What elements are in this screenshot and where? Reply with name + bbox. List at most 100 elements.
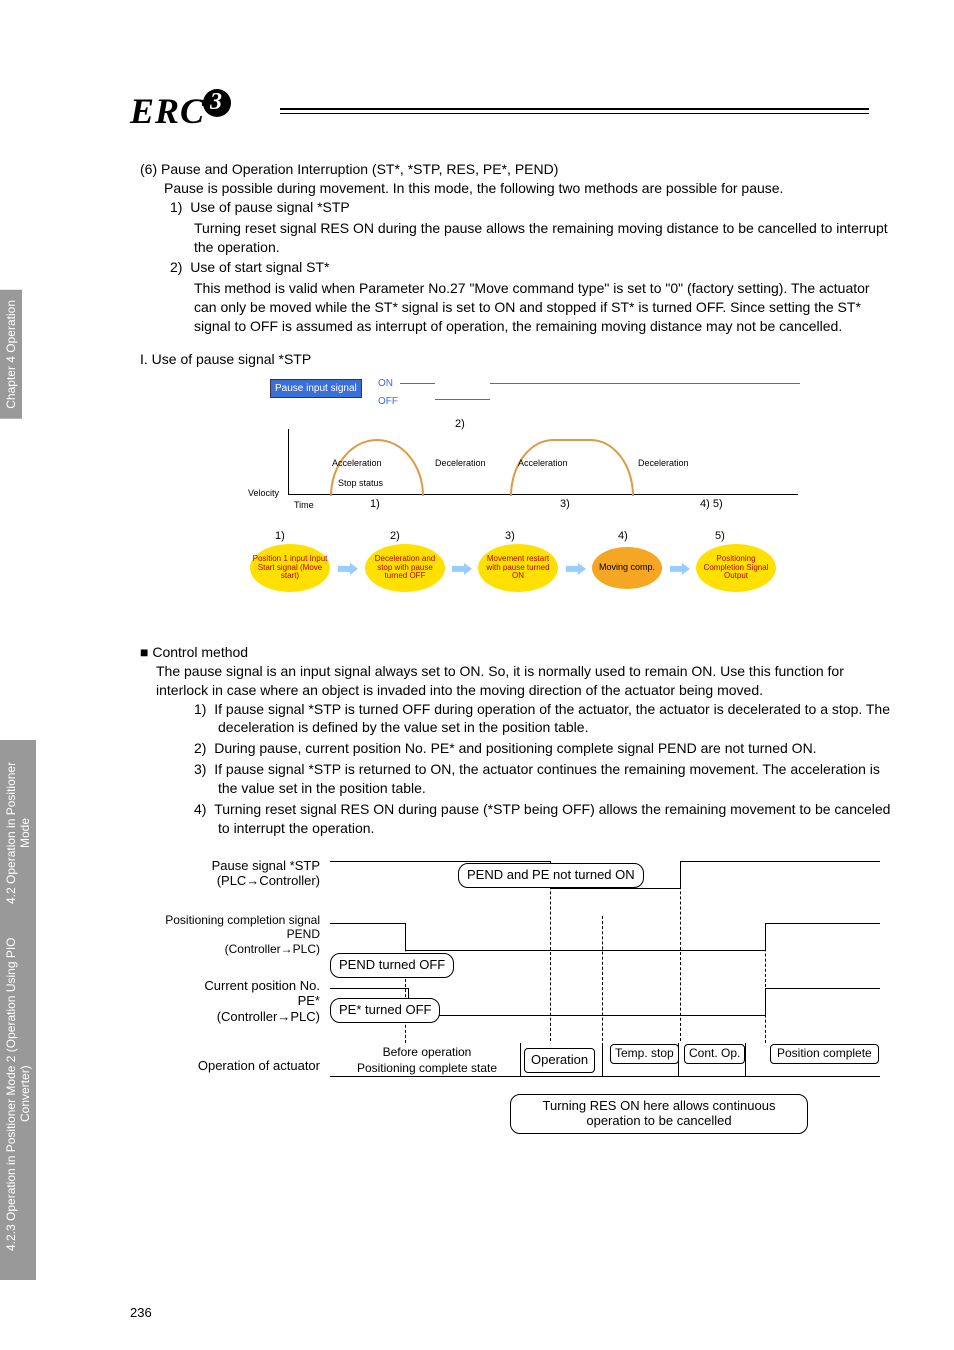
op-cont-text: Cont. Op. <box>689 1046 740 1060</box>
box-pend-off: PEND turned OFF <box>330 953 454 978</box>
op-pos-complete: Position complete <box>770 1044 879 1064</box>
dash-3 <box>680 861 681 1041</box>
op-cont-op: Cont. Op. <box>684 1044 745 1064</box>
side-tab-chapter: Chapter 4 Operation <box>0 290 22 419</box>
item-2: 2) Use of start signal ST* <box>194 258 894 277</box>
dash-2 <box>550 861 551 1041</box>
side-tab-section-line1: 4.2 Operation in Positioner Mode <box>4 750 32 916</box>
accel-label-1: Acceleration <box>332 457 382 469</box>
decel-label-2: Deceleration <box>638 457 689 469</box>
arrow-icon-2 <box>452 563 472 575</box>
stp-line-low <box>550 888 680 889</box>
flow-oval-2: Deceleration and stop with pause turned … <box>365 544 445 592</box>
row1-b: (PLC→Controller) <box>217 873 320 888</box>
velocity-label: Velocity <box>248 487 279 499</box>
side-tab-chapter-text: Chapter 4 Operation <box>4 300 18 409</box>
box-pe-off-text: PE* turned OFF <box>339 1002 431 1017</box>
op-before-a: Before operation <box>383 1045 472 1059</box>
header-rule <box>280 108 869 114</box>
op-temp-text: Temp. stop <box>615 1046 674 1060</box>
op-temp-stop: Temp. stop <box>610 1044 679 1064</box>
item-2-num: 2) <box>170 259 182 275</box>
c3-text: If pause signal *STP is returned to ON, … <box>214 761 880 796</box>
timing-chart: Pause signal *STP (PLC→Controller) Posit… <box>120 858 900 1138</box>
logo-text: ERC <box>130 91 205 131</box>
op-pos-text: Position complete <box>777 1046 872 1060</box>
box-pend-off-text: PEND turned OFF <box>339 957 445 972</box>
pe-high-1 <box>330 988 408 989</box>
pause-velocity-diagram: Pause input signal ON OFF Velocity Time … <box>260 379 820 629</box>
dash-1 <box>405 923 406 1043</box>
row2-a: Positioning completion signal <box>165 913 320 927</box>
box-pend-pe-not-on: PEND and PE not turned ON <box>458 863 644 888</box>
item-2-body: This method is valid when Parameter No.2… <box>194 279 894 336</box>
pend-high-2 <box>765 923 880 924</box>
flow-num-2: 2) <box>390 529 400 544</box>
control-method-section: ■ Control method The pause signal is an … <box>140 643 894 838</box>
flow-num-3: 3) <box>505 529 515 544</box>
row3-b: PE* <box>298 993 320 1008</box>
c1-num: 1) <box>194 701 206 717</box>
c2-text: During pause, current position No. PE* a… <box>214 740 816 756</box>
page-number: 236 <box>130 1305 152 1320</box>
item-1-head: Use of pause signal *STP <box>190 199 350 215</box>
arrow-icon-3 <box>566 563 586 575</box>
row3-label: Current position No. PE* (Controller→PLC… <box>120 978 320 1025</box>
row3-a: Current position No. <box>204 978 320 993</box>
row3-c: (Controller→PLC) <box>217 1009 320 1024</box>
c1-text: If pause signal *STP is turned OFF durin… <box>214 701 890 736</box>
item-1-num: 1) <box>170 199 182 215</box>
stp-line-high-2 <box>680 861 880 862</box>
op-v2 <box>602 1043 603 1076</box>
control-intro: The pause signal is an input signal alwa… <box>156 662 894 700</box>
row4-label: Operation of actuator <box>120 1058 320 1074</box>
side-tab-section-line2: 4.2.3 Operation in Positioner Mode 2 (Op… <box>4 918 32 1270</box>
op-v4 <box>745 1043 746 1076</box>
flow-num-5: 5) <box>715 529 725 544</box>
flow-num-1: 1) <box>275 529 285 544</box>
row2-b: PEND <box>287 927 320 941</box>
on-label: ON <box>378 377 393 391</box>
side-tab-section: 4.2.3 Operation in Positioner Mode 2 (Op… <box>0 740 36 1280</box>
stp-high-1 <box>400 383 435 384</box>
control-item-3: 3) If pause signal *STP is returned to O… <box>218 760 894 798</box>
row1-a: Pause signal *STP <box>212 858 320 873</box>
decel-label-1: Deceleration <box>435 457 486 469</box>
section-6-title: (6) Pause and Operation Interruption (ST… <box>140 160 894 179</box>
item-1: 1) Use of pause signal *STP <box>194 198 894 217</box>
stp-line-high-1 <box>330 861 550 862</box>
pe-high-2 <box>765 988 880 989</box>
section-6-intro: Pause is possible during movement. In th… <box>164 179 894 198</box>
flow-num-4: 4) <box>618 529 628 544</box>
box-pe-off: PE* turned OFF <box>330 998 440 1023</box>
num-1: 1) <box>370 497 380 512</box>
res-note-box: Turning RES ON here allows continuous op… <box>510 1094 808 1134</box>
stp-low <box>435 399 490 400</box>
row2-c: (Controller→PLC) <box>225 942 320 956</box>
pend-low <box>405 950 765 951</box>
dash-4 <box>765 923 766 1043</box>
control-item-1: 1) If pause signal *STP is turned OFF du… <box>218 700 894 738</box>
control-item-2: 2) During pause, current position No. PE… <box>218 739 894 758</box>
square-bullet-icon: ■ <box>140 644 152 660</box>
erc3-logo: ERC <box>130 90 229 132</box>
num-4-5: 4) 5) <box>700 497 723 512</box>
pend-high-1 <box>330 923 405 924</box>
section-6: (6) Pause and Operation Interruption (ST… <box>140 160 894 336</box>
op-before-b: Positioning complete state <box>357 1061 497 1075</box>
num-2-top: 2) <box>455 417 465 432</box>
y-axis <box>288 429 289 494</box>
op-before: Before operation Positioning complete st… <box>337 1044 517 1076</box>
flow-oval-5: Positioning Completion Signal Output <box>696 544 776 592</box>
accel-label-2: Acceleration <box>518 457 568 469</box>
arrow-icon-1 <box>338 563 358 575</box>
control-item-4: 4) Turning reset signal RES ON during pa… <box>218 800 894 838</box>
c4-text: Turning reset signal RES ON during pause… <box>214 801 890 836</box>
stp-high-2 <box>490 383 800 384</box>
content-body: (6) Pause and Operation Interruption (ST… <box>110 160 894 1138</box>
time-label: Time <box>294 499 314 511</box>
arrow-icon-4 <box>670 563 690 575</box>
flow-oval-3: Movement restart with pause turned ON <box>478 544 558 592</box>
item-1-body: Turning reset signal RES ON during the p… <box>194 219 894 257</box>
c2-num: 2) <box>194 740 206 756</box>
